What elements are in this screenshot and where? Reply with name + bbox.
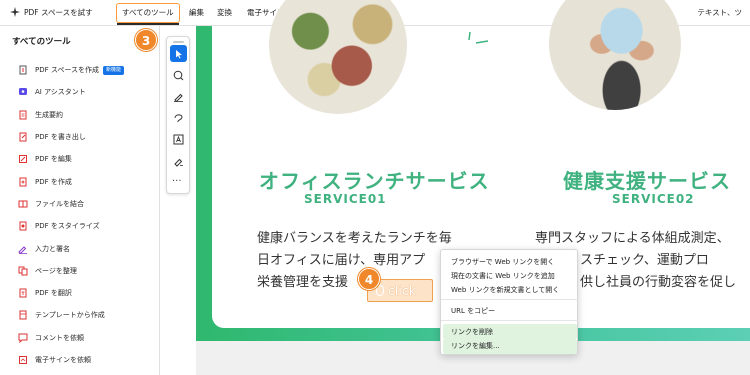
tool-item-edit-pdf[interactable]: PDF を編集 <box>0 148 160 170</box>
tool-item-stylize-pdf[interactable]: PDF をスタイライズ <box>0 215 160 237</box>
tool-item-fill-sign[interactable]: 入力と署名 <box>0 237 160 259</box>
tool-item-template[interactable]: テンプレートから作成 <box>0 304 160 326</box>
try-pdf-space-button[interactable]: PDF スペースを試す <box>10 0 93 26</box>
tool-item-summary[interactable]: 生成要約 <box>0 104 160 126</box>
tab-convert[interactable]: 変換 <box>217 0 232 26</box>
organize-pages-icon <box>18 266 28 276</box>
edit-pdf-icon <box>19 155 27 164</box>
try-pdf-space-label: PDF スペースを試す <box>24 8 93 17</box>
highlight-tool-button[interactable] <box>170 88 187 105</box>
tool-label: PDF スペースを作成 <box>35 66 100 75</box>
request-comments-icon <box>18 333 28 343</box>
tool-label: PDF を翻訳 <box>35 289 72 298</box>
tab-all-tools[interactable]: すべてのツール <box>116 3 180 23</box>
pdf-space-icon <box>19 65 27 75</box>
panel-title: すべてのツール <box>12 37 71 47</box>
service2-subtitle: SERVICE02 <box>612 192 695 206</box>
summary-icon <box>19 110 27 120</box>
select-tool-button[interactable] <box>170 45 187 62</box>
menu-item-edit-link[interactable]: リンクを編集... <box>451 341 500 351</box>
menu-item-open-as-new-document[interactable]: Web リンクを新規文書として開く <box>451 285 559 295</box>
rail-drag-handle[interactable] <box>173 41 184 43</box>
tool-label: ページを整理 <box>35 266 77 275</box>
service1-text-line: 栄養管理を支援 <box>257 275 349 290</box>
sign-tool-button[interactable] <box>170 153 187 170</box>
tool-label: 入力と署名 <box>35 244 70 253</box>
step-3-badge: 3 <box>135 29 157 51</box>
create-pdf-icon <box>19 177 27 187</box>
active-tab-indicator <box>117 23 179 25</box>
tool-item-ai-assistant[interactable]: AI アシスタント <box>0 81 160 103</box>
cursor-icon <box>175 49 182 58</box>
mouse-icon <box>376 285 384 296</box>
service2-title: 健康支援サービス <box>563 169 731 193</box>
tool-item-create-pdf[interactable]: PDF を作成 <box>0 170 160 192</box>
tool-label: PDF を作成 <box>35 177 72 186</box>
lasso-draw-icon <box>174 114 183 123</box>
menu-separator <box>441 320 579 321</box>
text-box-icon <box>173 134 184 145</box>
click-label: click <box>388 283 416 298</box>
menu-separator <box>441 299 579 300</box>
comment-add-icon <box>173 70 184 81</box>
menu-item-delete-link[interactable]: リンクを削除 <box>451 327 493 337</box>
tab-edit[interactable]: 編集 <box>189 0 204 26</box>
ai-assistant-icon <box>19 88 27 96</box>
sign-pen-icon <box>174 158 183 167</box>
tool-item-request-esign[interactable]: 電子サインを依頼 <box>0 349 160 371</box>
request-esign-icon <box>19 356 27 364</box>
template-icon <box>19 310 27 320</box>
search-text-field[interactable]: テキスト、ツ <box>697 0 742 26</box>
decorative-marks <box>468 31 489 44</box>
tool-label: コメントを依頼 <box>35 333 84 342</box>
tool-item-export-pdf[interactable]: PDF を書き出し <box>0 126 160 148</box>
tool-item-combine-files[interactable]: ファイルを結合 <box>0 193 160 215</box>
new-badge: 新機能 <box>103 65 125 75</box>
menu-item-add-web-link[interactable]: 現在の文書に Web リンクを追加 <box>451 271 555 281</box>
pen-icon <box>174 93 183 102</box>
service1-subtitle: SERVICE01 <box>304 192 387 206</box>
quick-tools-rail: ··· <box>166 36 190 194</box>
tool-label: 生成要約 <box>35 110 63 119</box>
step-4-badge: 4 <box>358 268 380 290</box>
service2-text-line: 供し社員の行動変容を促し <box>580 275 737 290</box>
text-tool-button[interactable] <box>170 131 187 148</box>
tool-label: PDF をスタイライズ <box>35 222 100 231</box>
service2-text-line: スチェック、運動プロ <box>580 253 709 268</box>
menu-item-copy-url[interactable]: URL をコピー <box>451 306 495 316</box>
more-tools-icon[interactable]: ··· <box>172 177 182 187</box>
translate-pdf-icon <box>19 288 27 298</box>
sparkle-icon <box>10 7 20 17</box>
service1-text-line: 日オフィスに届け、専用アプ <box>257 253 426 268</box>
stylize-pdf-icon <box>19 221 27 231</box>
all-tools-panel: すべてのツール PDF スペースを作成 新機能 AI アシスタント 生成要約 P… <box>0 26 160 375</box>
service2-text-line: 専門スタッフによる体組成測定、 <box>535 231 730 246</box>
tool-item-translate-pdf[interactable]: PDF を翻訳 <box>0 282 160 304</box>
tool-label: PDF を書き出し <box>35 133 86 142</box>
fill-sign-icon <box>18 245 27 254</box>
tool-label: 電子サインを依頼 <box>35 356 91 364</box>
tool-label: PDF を編集 <box>35 155 72 164</box>
combine-files-icon <box>18 200 28 208</box>
export-pdf-icon <box>19 132 27 142</box>
tool-label: ファイルを結合 <box>35 199 84 208</box>
tool-item-organize-pages[interactable]: ページを整理 <box>0 260 160 282</box>
tool-label: テンプレートから作成 <box>35 311 105 320</box>
comment-tool-button[interactable] <box>170 67 187 84</box>
tool-item-pdf-space[interactable]: PDF スペースを作成 新機能 <box>0 59 160 81</box>
service1-text-line: 健康バランスを考えたランチを毎 <box>257 231 452 246</box>
tools-list: PDF スペースを作成 新機能 AI アシスタント 生成要約 PDF を書き出し… <box>0 59 160 371</box>
service1-title: オフィスランチサービス <box>259 169 490 193</box>
draw-tool-button[interactable] <box>170 109 187 126</box>
tool-item-request-comments[interactable]: コメントを依頼 <box>0 327 160 349</box>
link-context-menu: ブラウザーで Web リンクを開く 現在の文書に Web リンクを追加 Web … <box>440 249 579 355</box>
menu-item-open-in-browser[interactable]: ブラウザーで Web リンクを開く <box>451 257 554 267</box>
tool-label: AI アシスタント <box>35 88 86 97</box>
